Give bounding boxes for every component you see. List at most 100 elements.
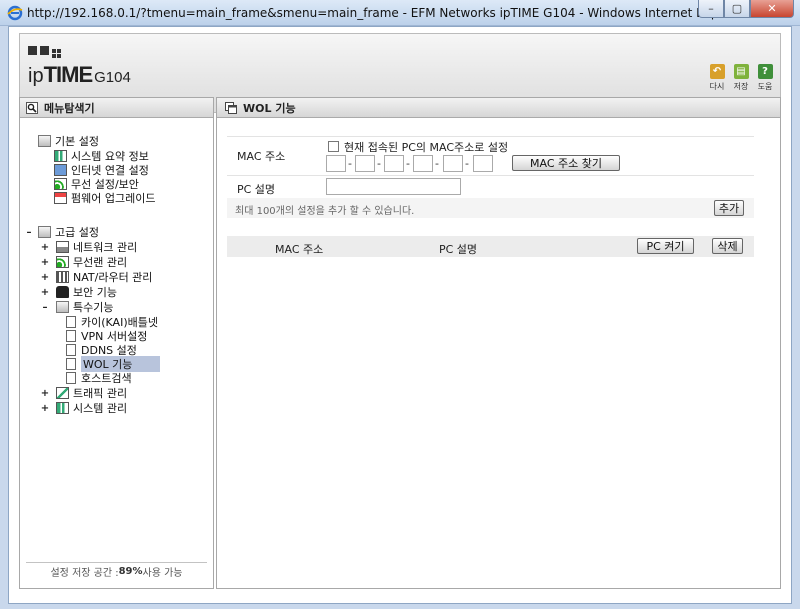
- tree-item-label: 트래픽 관리: [73, 387, 128, 400]
- tree-item-system[interactable]: + 시스템 관리: [40, 401, 127, 415]
- tree-item-host-search[interactable]: 호스트검색: [66, 371, 132, 385]
- storage-suffix: 사용 가능: [142, 568, 183, 579]
- window-title-bar: http://192.168.0.1/?tmenu=main_frame&sme…: [0, 0, 800, 26]
- divider: [227, 136, 754, 137]
- expand-icon[interactable]: +: [40, 272, 50, 283]
- expand-icon[interactable]: +: [40, 287, 50, 298]
- tree-item-vpn[interactable]: VPN 서버설정: [66, 329, 147, 343]
- wireless-icon: [54, 178, 67, 190]
- current-pc-mac-checkbox[interactable]: [328, 141, 339, 152]
- add-button[interactable]: 추가: [714, 200, 744, 216]
- find-mac-button[interactable]: MAC 주소 찾기: [512, 155, 620, 171]
- save-label: 저장: [733, 82, 749, 91]
- tree-item-firmware-upgrade[interactable]: 펌웨어 업그레이드: [54, 191, 155, 205]
- tree-item-network[interactable]: + 네트워크 관리: [40, 240, 137, 254]
- tree-item-wireless-security[interactable]: 무선 설정/보안: [54, 177, 139, 191]
- header-actions: ↶ 다시 ▤ 저장 ? 도움: [708, 64, 774, 92]
- collapse-icon[interactable]: –: [40, 302, 50, 313]
- mac-octet-5-input[interactable]: [443, 155, 463, 172]
- list-header-description: PC 설명: [439, 243, 478, 256]
- save-button[interactable]: ▤ 저장: [732, 64, 750, 92]
- content-panel: WOL 기능 MAC 주소 현재 접속된 PC의 MAC주소로 설정 - - -…: [216, 97, 781, 589]
- menu-explorer-header: 메뉴탐색기: [20, 98, 213, 118]
- router-icon: [56, 271, 69, 283]
- current-pc-mac-checkbox-label: 현재 접속된 PC의 MAC주소로 설정: [344, 141, 509, 154]
- firmware-icon: [54, 192, 67, 204]
- menu-explorer-panel: 메뉴탐색기 기본 설정 시스템 요약 정보 인터넷 연결 설정 무선 설정/보안: [19, 97, 214, 589]
- page-icon: [66, 372, 76, 384]
- delete-button[interactable]: 삭제: [712, 238, 743, 254]
- tree-basic-settings[interactable]: 기본 설정: [38, 134, 99, 148]
- page-title: WOL 기능: [243, 101, 296, 115]
- mac-octet-3-input[interactable]: [384, 155, 404, 172]
- tree-item-label: NAT/라우터 관리: [73, 271, 153, 284]
- tree-item-traffic[interactable]: + 트래픽 관리: [40, 386, 127, 400]
- expand-icon[interactable]: +: [40, 242, 50, 253]
- mac-octet-4-input[interactable]: [413, 155, 433, 172]
- storage-status: 설정 저장 공간 : 89% 사용 가능: [26, 562, 207, 580]
- mac-octet-2-input[interactable]: [355, 155, 375, 172]
- system-icon: [56, 402, 69, 414]
- save-icon: ▤: [733, 64, 749, 79]
- menu-explorer-title: 메뉴탐색기: [44, 101, 95, 115]
- tree-item-wlan[interactable]: + 무선랜 관리: [40, 255, 127, 269]
- maximize-button[interactable]: ▢: [724, 0, 750, 18]
- mac-address-label: MAC 주소: [237, 150, 286, 163]
- storage-value: 89%: [118, 566, 143, 577]
- search-icon: [26, 101, 38, 114]
- max-settings-note: 최대 100개의 설정을 추가 할 수 있습니다.: [235, 206, 415, 217]
- window-controls: – ▢ ✕: [698, 0, 794, 19]
- special-folder-icon: [56, 301, 69, 313]
- chart-icon: [54, 150, 67, 162]
- lock-icon: [56, 286, 69, 298]
- close-button[interactable]: ✕: [750, 0, 794, 18]
- collapse-icon[interactable]: –: [24, 227, 34, 238]
- network-icon: [56, 241, 69, 253]
- mac-octet-6-input[interactable]: [473, 155, 493, 172]
- undo-label: 다시: [709, 82, 725, 91]
- tree-item-nat-router[interactable]: + NAT/라우터 관리: [40, 270, 152, 284]
- content-header: WOL 기능: [217, 98, 780, 118]
- tree-item-label: 호스트검색: [81, 372, 132, 385]
- divider: [227, 175, 754, 176]
- settings-folder-icon: [38, 135, 51, 147]
- undo-button[interactable]: ↶ 다시: [708, 64, 726, 92]
- tree-item-internet-settings[interactable]: 인터넷 연결 설정: [54, 163, 149, 177]
- settings-folder-icon: [38, 226, 51, 238]
- logo-squares-icon: [28, 46, 56, 55]
- expand-icon[interactable]: +: [40, 388, 50, 399]
- tree-item-system-summary[interactable]: 시스템 요약 정보: [54, 149, 149, 163]
- mac-octet-1-input[interactable]: [326, 155, 346, 172]
- storage-prefix: 설정 저장 공간 :: [50, 568, 119, 579]
- undo-icon: ↶: [709, 64, 725, 79]
- tree-item-label: 무선랜 관리: [73, 256, 128, 269]
- expand-icon[interactable]: +: [40, 403, 50, 414]
- internet-explorer-icon: [7, 5, 23, 21]
- page-icon: [66, 344, 76, 356]
- note-row: 최대 100개의 설정을 추가 할 수 있습니다. 추가: [227, 198, 754, 218]
- pc-description-input[interactable]: [326, 178, 461, 195]
- tree-item-label: 특수기능: [73, 301, 114, 314]
- pc-description-label: PC 설명: [237, 183, 276, 196]
- tree-item-special[interactable]: – 특수기능: [40, 300, 113, 314]
- list-header-mac: MAC 주소: [275, 243, 324, 256]
- tree-item-security[interactable]: + 보안 기능: [40, 285, 117, 299]
- tree-item-kai[interactable]: 카이(KAI)배틀넷: [66, 315, 158, 329]
- tree-item-wol[interactable]: WOL 기능: [66, 356, 161, 372]
- minimize-button[interactable]: –: [698, 0, 724, 18]
- expand-icon[interactable]: +: [40, 257, 50, 268]
- tree-item-label: 네트워크 관리: [73, 241, 138, 254]
- wake-pc-button[interactable]: PC 켜기: [637, 238, 694, 254]
- brand-ip: ip: [28, 65, 44, 87]
- help-icon: ?: [757, 64, 773, 79]
- help-button[interactable]: ? 도움: [756, 64, 774, 92]
- tree-item-ddns[interactable]: DDNS 설정: [66, 343, 137, 357]
- window-title: http://192.168.0.1/?tmenu=main_frame&sme…: [27, 6, 747, 20]
- tree-basic-settings-label: 기본 설정: [55, 135, 99, 148]
- page-icon: [66, 330, 76, 342]
- tree-advanced-settings[interactable]: – 고급 설정: [24, 225, 99, 239]
- router-admin-page: ipTIME G104 ↶ 다시 ▤ 저장 ? 도움 메뉴탐색기 기본 설정 시…: [8, 26, 792, 604]
- wol-list-header: MAC 주소 PC 설명 PC 켜기 삭제: [227, 236, 754, 257]
- monitor-icon: [54, 164, 67, 176]
- brand-model: G104: [94, 69, 131, 86]
